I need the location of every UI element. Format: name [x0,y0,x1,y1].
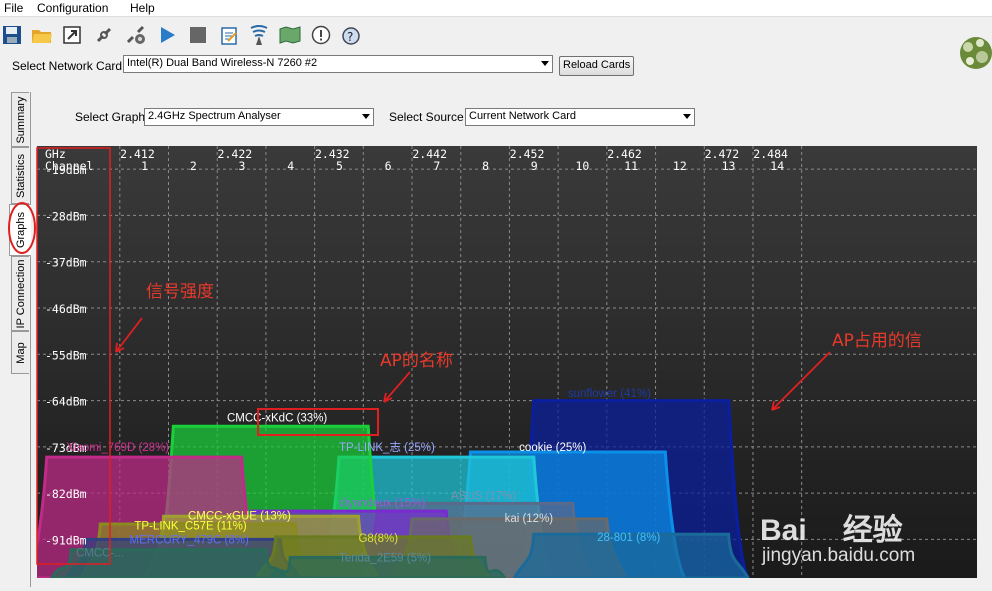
graphs-tab-highlight [8,202,36,254]
network-label: 28-801 (8%) [597,532,660,544]
menu-bar: File Configuration Help [0,0,992,17]
channel-tick-label: 3 [239,159,246,173]
reload-cards-button[interactable]: Reload Cards [559,56,635,76]
clipboard-icon[interactable] [217,23,241,47]
frequency-tick-label: 2.442 [412,147,447,161]
wifi-antenna-icon[interactable] [247,23,271,47]
network-label: sunflower (41%) [568,388,651,400]
network-label: kai (12%) [505,513,554,525]
y-tick-label: -37dBm [45,256,87,270]
connect-icon[interactable] [92,23,116,47]
channel-tick-label: 2 [190,159,197,173]
source-select[interactable]: Current Network Card [465,108,695,126]
tab-map[interactable]: Map [11,331,29,374]
y-tick-label: -28dBm [45,209,87,223]
network-label: TP-LINK_C57E (11%) [134,521,246,533]
menu-help[interactable]: Help [130,1,155,15]
channel-tick-label: 11 [624,159,638,173]
network-label: MERCURY_479C (8%) [130,534,249,546]
watermark-url: jingyan.baidu.com [762,545,916,566]
channel-tick-label: 13 [722,159,736,173]
network-label: TP-LINK_志 (25%) [339,441,435,454]
channel-tick-label: 7 [433,159,440,173]
open-folder-icon[interactable] [30,23,54,47]
menu-configuration[interactable]: Configuration [37,1,108,15]
network-card-select[interactable]: Intel(R) Dual Band Wireless-N 7260 #2 [123,55,553,73]
tab-summary[interactable]: Summary [11,92,29,147]
tab-statistics[interactable]: Statistics [11,147,29,204]
graph-select[interactable]: 2.4GHz Spectrum Analyser [144,108,374,126]
frequency-tick-label: 2.422 [218,147,253,161]
select-source-label: Select Source [389,110,464,124]
channel-tick-label: 14 [770,159,784,173]
watermark-brand-c: 经验 [842,514,903,547]
annotation-ap-name: AP的名称 [380,351,453,371]
annotation-ap-channel: AP占用的信 [832,331,922,351]
network-label: diyandeux (15%) [339,497,425,509]
channel-tick-label: 5 [336,159,343,173]
y-tick-label: -64dBm [45,395,87,409]
network-label: cookie (25%) [519,442,586,454]
graph-select-value: 2.4GHz Spectrum Analyser [148,110,281,122]
frequency-tick-label: 2.432 [315,147,350,161]
alert-icon[interactable] [309,23,333,47]
annotation-signal-strength: 信号强度 [146,282,214,302]
app-logo-icon [958,33,992,73]
map-icon[interactable] [278,23,302,47]
watermark-logo: Bai 经验 [760,505,903,549]
channel-tick-label: 1 [141,159,148,173]
frequency-tick-label: 2.412 [120,147,155,161]
channel-tick-label: 6 [385,159,392,173]
network-label: CMCC-... [76,547,124,559]
channel-tick-label: 10 [575,159,589,173]
y-tick-label: -82dBm [45,487,87,501]
network-label: CMCC-xKdC (33%) [227,413,327,425]
channel-tick-label: 9 [531,159,538,173]
stop-icon[interactable] [186,23,210,47]
channel-tick-label: 4 [287,159,294,173]
network-card-label: Select Network Card [12,59,123,73]
toolbar: ? [0,20,940,50]
chevron-down-icon [683,114,691,119]
source-select-value: Current Network Card [469,110,576,122]
frequency-tick-label: 2.452 [510,147,545,161]
menu-file[interactable]: File [4,1,23,15]
channel-axis-title: Channel [45,159,93,173]
y-tick-label: -46dBm [45,302,87,316]
play-icon[interactable] [155,23,179,47]
network-label: G8(8%) [358,533,398,545]
help-globe-icon[interactable]: ? [340,23,364,47]
export-icon[interactable] [60,23,84,47]
tab-ip-connection[interactable]: IP Connection [11,256,29,331]
chevron-down-icon [362,114,370,119]
network-label: ASUS (17%) [451,491,516,503]
y-tick-label: -91dBm [45,533,87,547]
y-tick-label: -55dBm [45,348,87,362]
network-card-value: Intel(R) Dual Band Wireless-N 7260 #2 [127,57,318,69]
select-graph-label: Select Graph [75,110,146,124]
channel-tick-label: 8 [482,159,489,173]
network-label: Tenda_2E59 (5%) [339,552,431,564]
network-label: Xiaomi_769D (28%) [66,442,169,454]
channel-tick-label: 12 [673,159,687,173]
chevron-down-icon [541,61,549,66]
save-icon[interactable] [0,23,24,47]
watermark-brand-a: Bai [760,514,807,547]
disconnect-icon[interactable] [124,23,148,47]
svg-text:?: ? [347,30,353,44]
